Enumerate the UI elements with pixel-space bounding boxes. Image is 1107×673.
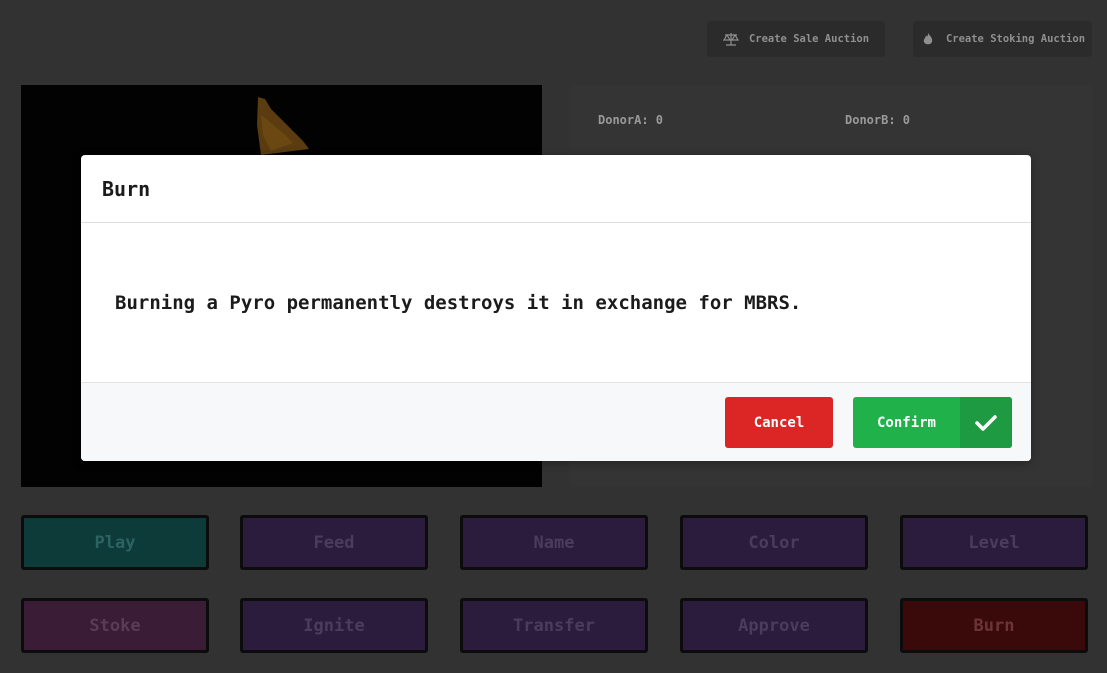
ignite-button[interactable]: Ignite bbox=[240, 598, 428, 653]
stoke-button[interactable]: Stoke bbox=[21, 598, 209, 653]
modal-body: Burning a Pyro permanently destroys it i… bbox=[81, 223, 1031, 382]
donor-b-stat: DonorB: 0 bbox=[845, 113, 911, 127]
donor-a-stat: DonorA: 0 bbox=[598, 113, 664, 127]
modal-message: Burning a Pyro permanently destroys it i… bbox=[115, 291, 802, 314]
burn-modal: Burn Burning a Pyro permanently destroys… bbox=[81, 155, 1031, 461]
transfer-button[interactable]: Transfer bbox=[460, 598, 648, 653]
create-sale-auction-button[interactable]: Create Sale Auction bbox=[707, 21, 885, 57]
cancel-button[interactable]: Cancel bbox=[725, 397, 833, 448]
modal-footer: Cancel Confirm bbox=[81, 382, 1031, 461]
confirm-button[interactable]: Confirm bbox=[853, 397, 1012, 448]
play-button[interactable]: Play bbox=[21, 515, 209, 570]
burn-button[interactable]: Burn bbox=[900, 598, 1088, 653]
modal-title: Burn bbox=[102, 176, 151, 201]
scale-icon bbox=[722, 32, 739, 46]
modal-header: Burn bbox=[81, 155, 1031, 223]
create-stoking-auction-label: Create Stoking Auction bbox=[945, 33, 1086, 45]
approve-button[interactable]: Approve bbox=[680, 598, 868, 653]
create-stoking-auction-button[interactable]: Create Stoking Auction bbox=[913, 21, 1092, 57]
confirm-label: Confirm bbox=[876, 414, 936, 431]
feed-button[interactable]: Feed bbox=[240, 515, 428, 570]
cancel-label: Cancel bbox=[753, 414, 805, 431]
name-button[interactable]: Name bbox=[460, 515, 648, 570]
color-button[interactable]: Color bbox=[680, 515, 868, 570]
check-icon bbox=[960, 397, 1012, 448]
create-sale-auction-label: Create Sale Auction bbox=[748, 33, 870, 45]
flame-icon bbox=[920, 32, 936, 46]
level-button[interactable]: Level bbox=[900, 515, 1088, 570]
